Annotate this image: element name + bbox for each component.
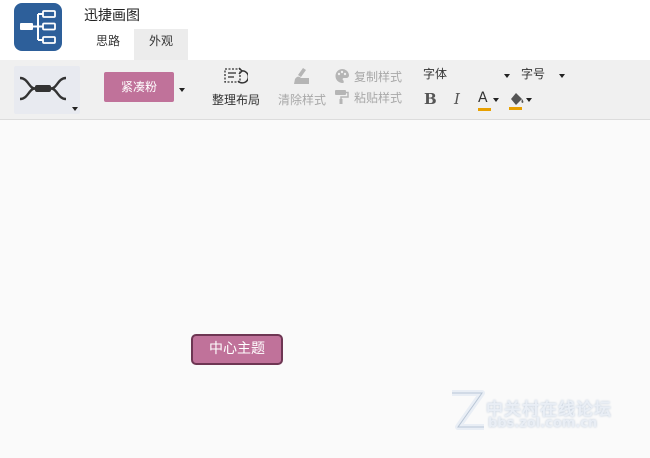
- central-topic-node[interactable]: 中心主题: [191, 334, 283, 365]
- tab-silu[interactable]: 思路: [84, 29, 132, 60]
- mindmap-canvas[interactable]: 中心主题 中关村在线论坛 bbs.zol.com.cn: [0, 121, 650, 458]
- paint-palette-icon: [335, 68, 350, 84]
- copy-style-button[interactable]: 复制样式: [332, 67, 408, 85]
- chevron-down-icon[interactable]: [179, 88, 185, 92]
- watermark: 中关村在线论坛 bbs.zol.com.cn: [444, 389, 640, 441]
- copy-style-label: 复制样式: [354, 70, 403, 84]
- app-title: 迅捷画图: [84, 8, 140, 24]
- arrange-layout-label: 整理布局: [211, 93, 260, 107]
- font-color-button[interactable]: A: [478, 90, 502, 112]
- font-color-swatch: [478, 108, 491, 111]
- paint-bucket-icon: [509, 93, 524, 110]
- chevron-down-icon: [72, 107, 78, 111]
- appearance-toolbar: 紧凑粉 整理布局 清除样式 复制样式 粘贴样式 字体 字号 B I A: [0, 60, 650, 120]
- chevron-down-icon[interactable]: [559, 74, 565, 78]
- paint-roller-icon: [335, 90, 349, 104]
- font-size-select[interactable]: 字号: [521, 65, 545, 82]
- theme-select-button[interactable]: 紧凑粉: [104, 72, 174, 102]
- layout-structure-button[interactable]: [14, 66, 80, 114]
- paste-style-button[interactable]: 粘贴样式: [332, 88, 408, 106]
- mindmap-logo-icon: [14, 3, 62, 51]
- arrange-layout-button[interactable]: 整理布局: [208, 65, 264, 115]
- font-family-select[interactable]: 字体: [423, 65, 447, 82]
- zol-logo-icon: [452, 390, 485, 430]
- chevron-down-icon[interactable]: [504, 74, 510, 78]
- clear-style-label: 清除样式: [277, 93, 326, 107]
- arrange-layout-icon: [224, 67, 248, 84]
- font-color-label: A: [478, 90, 488, 106]
- mindmap-structure-icon: [19, 76, 67, 101]
- tab-waiguan[interactable]: 外观: [134, 29, 188, 60]
- fill-color-button[interactable]: [508, 90, 534, 112]
- watermark-url: bbs.zol.com.cn: [488, 416, 598, 431]
- bold-button[interactable]: B: [424, 90, 440, 110]
- italic-button[interactable]: I: [454, 90, 468, 110]
- clear-style-button[interactable]: 清除样式: [274, 65, 330, 115]
- app-header: 迅捷画图 思路 外观: [0, 0, 650, 60]
- chevron-down-icon: [493, 98, 499, 102]
- eraser-brush-icon: [294, 68, 309, 84]
- paste-style-label: 粘贴样式: [354, 91, 403, 105]
- chevron-down-icon: [526, 98, 532, 102]
